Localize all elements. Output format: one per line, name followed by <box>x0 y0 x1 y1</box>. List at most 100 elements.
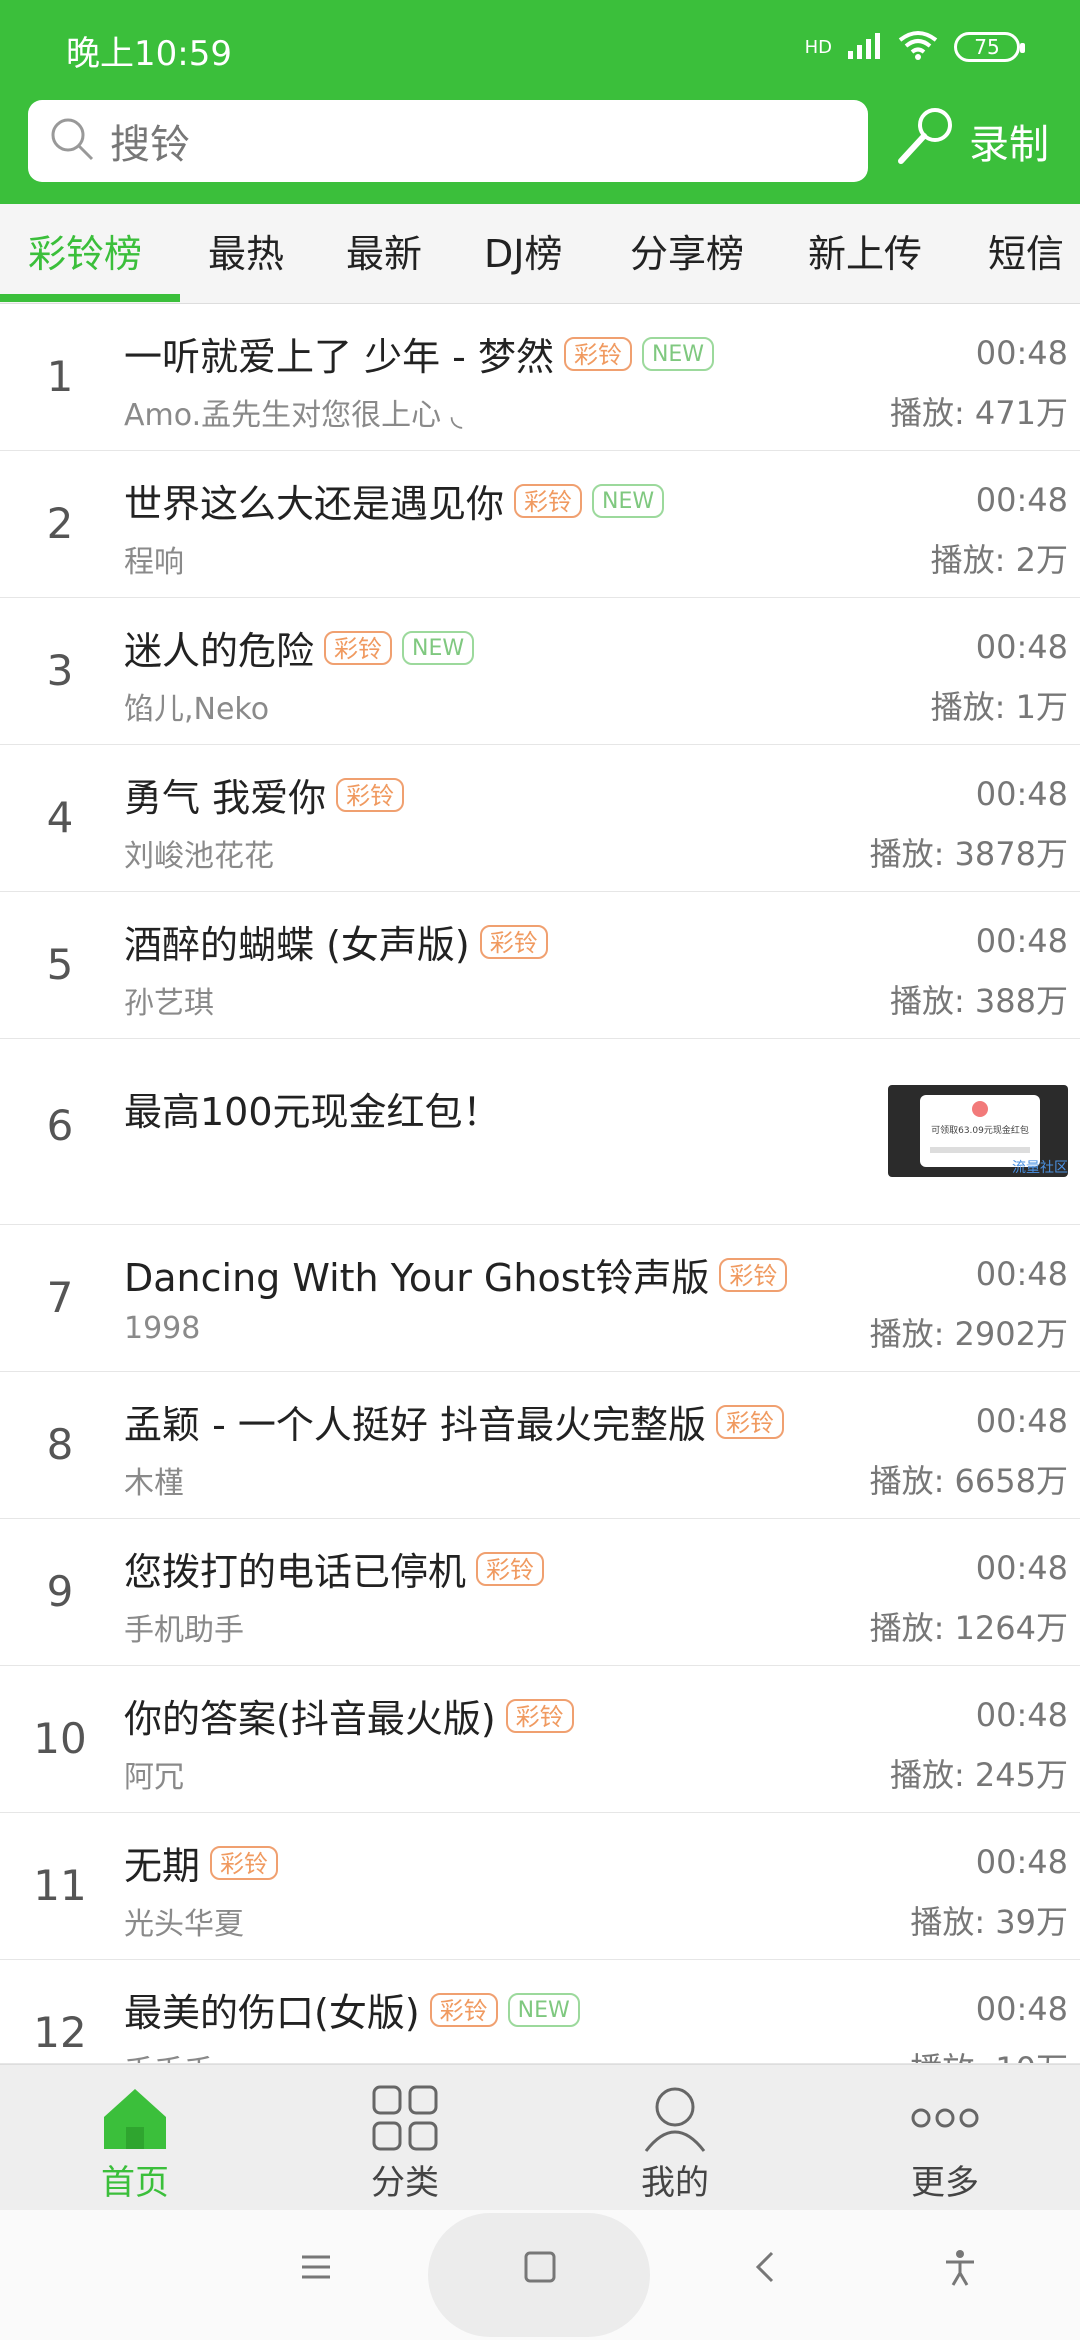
tab-share[interactable]: 分享榜 <box>630 204 744 304</box>
song-title: 你的答案(抖音最火版) 彩铃 <box>124 1688 574 1743</box>
rank-number: 4 <box>46 793 74 842</box>
battery-indicator: 75 <box>954 32 1025 62</box>
song-title: 无期 彩铃 <box>124 1835 279 1890</box>
list-item[interactable]: 10 你的答案(抖音最火版) 彩铃 阿冗 00:48 播放: 245万 <box>0 1666 1080 1813</box>
song-artist: 木槿 <box>124 1466 184 1501</box>
song-duration: 00:48 <box>975 1255 1068 1293</box>
rank-number: 3 <box>46 646 74 695</box>
song-duration: 00:48 <box>975 775 1068 813</box>
song-title: 您拨打的电话已停机 彩铃 <box>124 1541 545 1596</box>
rank-number: 10 <box>33 1714 87 1763</box>
list-item[interactable]: 12 最美的伤口(女版) 彩铃 NEW 千千千 00:48 播放: 10万 <box>0 1960 1080 2064</box>
nav-mine-label: 我的 <box>641 2163 709 2203</box>
cailing-badge: 彩铃 <box>719 1257 788 1292</box>
nav-category-label: 分类 <box>371 2163 439 2203</box>
song-artist: 手机助手 <box>124 1613 244 1648</box>
status-icons: HD 75 <box>805 30 1025 64</box>
rank-number: 8 <box>46 1420 74 1469</box>
ad-link: 流量社区 <box>1012 1160 1068 1176</box>
nav-home-label: 首页 <box>101 2163 169 2203</box>
status-bar: 晚上10:59 HD 75 <box>0 0 1080 100</box>
list-item[interactable]: 9 您拨打的电话已停机 彩铃 手机助手 00:48 播放: 1264万 <box>0 1519 1080 1666</box>
play-count: 播放: 10万 <box>910 2044 1068 2063</box>
nav-mine[interactable]: 我的 <box>540 2065 810 2211</box>
new-badge: NEW <box>592 483 665 518</box>
record-label: 录制 <box>969 122 1049 168</box>
list-item[interactable]: 3 迷人的危险 彩铃 NEW 馅儿,Neko 00:48 播放: 1万 <box>0 598 1080 745</box>
tab-hot[interactable]: 最热 <box>208 204 284 304</box>
play-count: 播放: 388万 <box>889 982 1068 1020</box>
tab-newest[interactable]: 最新 <box>346 204 422 304</box>
song-title-text: 世界这么大还是遇见你 <box>124 482 505 526</box>
list-item[interactable]: 2 世界这么大还是遇见你 彩铃 NEW 程响 00:48 播放: 2万 <box>0 451 1080 598</box>
rank-number: 5 <box>46 940 74 989</box>
home-icon <box>100 2083 170 2153</box>
search-placeholder: 搜铃 <box>110 122 190 168</box>
home-square-icon[interactable] <box>510 2244 570 2304</box>
song-artist: 馅儿,Neko <box>124 692 270 727</box>
song-artist: Amo.孟先生对您很上心 ◟ <box>124 398 463 433</box>
category-tabs: 彩铃榜 最热 最新 DJ榜 分享榜 新上传 短信 <box>0 204 1080 304</box>
song-artist: 孙艺琪 <box>124 986 214 1021</box>
tab-dj[interactable]: DJ榜 <box>484 204 562 304</box>
song-title-text: 最美的伤口(女版) <box>124 1991 420 2035</box>
nav-home[interactable]: 首页 <box>0 2065 270 2211</box>
play-count: 播放: 2902万 <box>869 1315 1068 1353</box>
cailing-badge: 彩铃 <box>479 924 548 959</box>
ad-thumbnail[interactable]: 可领取63.09元现金红包 流量社区 <box>888 1085 1068 1177</box>
ad-list-item[interactable]: 6 最高100元现金红包！ 可领取63.09元现金红包 流量社区 <box>0 1039 1080 1225</box>
cailing-badge: 彩铃 <box>324 630 393 665</box>
list-item[interactable]: 5 酒醉的蝴蝶 (女声版) 彩铃 孙艺琪 00:48 播放: 388万 <box>0 892 1080 1039</box>
cailing-badge: 彩铃 <box>514 483 583 518</box>
song-duration: 00:48 <box>975 1549 1068 1587</box>
more-dots-icon <box>910 2083 980 2153</box>
list-item[interactable]: 11 无期 彩铃 光头华夏 00:48 播放: 39万 <box>0 1813 1080 1960</box>
microphone-icon <box>895 105 957 177</box>
accessibility-icon[interactable] <box>930 2244 990 2304</box>
tab-sms[interactable]: 短信 <box>988 204 1064 304</box>
ad-card-line <box>930 1147 1030 1153</box>
new-badge: NEW <box>641 336 715 371</box>
cailing-badge: 彩铃 <box>429 1992 498 2027</box>
app-header: 晚上10:59 HD 75 搜铃 录制 <box>0 0 1080 204</box>
ad-card-text: 可领取63.09元现金红包 <box>931 1126 1029 1136</box>
song-title: 酒醉的蝴蝶 (女声版) 彩铃 <box>124 914 548 969</box>
menu-icon[interactable] <box>286 2244 346 2304</box>
song-title-text: 迷人的危险 <box>124 629 315 673</box>
song-title-text: 无期 <box>124 1844 201 1888</box>
list-item[interactable]: 1 一听就爱上了 少年 - 梦然 彩铃 NEW Amo.孟先生对您很上心 ◟ 0… <box>0 304 1080 451</box>
tab-new-upload[interactable]: 新上传 <box>808 204 922 304</box>
record-button[interactable]: 录制 <box>895 100 1049 182</box>
cailing-badge: 彩铃 <box>715 1404 784 1439</box>
cailing-badge: 彩铃 <box>505 1698 574 1733</box>
back-icon[interactable] <box>736 2244 796 2304</box>
song-title-text: Dancing With Your Ghost铃声版 <box>124 1256 710 1300</box>
play-count: 播放: 471万 <box>889 394 1068 432</box>
person-icon <box>640 2083 710 2153</box>
list-item[interactable]: 8 孟颖 - 一个人挺好 抖音最火完整版 彩铃 木槿 00:48 播放: 665… <box>0 1372 1080 1519</box>
play-count: 播放: 6658万 <box>869 1462 1068 1500</box>
song-artist: 光头华夏 <box>124 1907 244 1942</box>
nav-category[interactable]: 分类 <box>270 2065 540 2211</box>
ad-dot-icon <box>972 1101 988 1117</box>
tab-cailing[interactable]: 彩铃榜 <box>28 204 142 304</box>
cailing-badge: 彩铃 <box>563 336 632 371</box>
song-title: 一听就爱上了 少年 - 梦然 彩铃 NEW <box>124 326 715 381</box>
bottom-nav: 首页 分类 我的 更多 <box>0 2064 1080 2210</box>
song-title: 孟颖 - 一个人挺好 抖音最火完整版 彩铃 <box>124 1394 784 1449</box>
song-title-text: 勇气 我爱你 <box>124 776 327 820</box>
rank-number: 9 <box>46 1567 74 1616</box>
rank-number: 6 <box>46 1101 74 1150</box>
song-title: 勇气 我爱你 彩铃 <box>124 767 405 822</box>
nav-more[interactable]: 更多 <box>810 2065 1080 2211</box>
new-badge: NEW <box>507 1992 580 2027</box>
song-duration: 00:48 <box>975 922 1068 960</box>
rank-number: 2 <box>46 499 74 548</box>
cailing-badge: 彩铃 <box>476 1551 545 1586</box>
search-icon <box>48 115 96 167</box>
search-input[interactable]: 搜铃 <box>28 100 868 182</box>
list-item[interactable]: 4 勇气 我爱你 彩铃 刘峻池花花 00:48 播放: 3878万 <box>0 745 1080 892</box>
list-item[interactable]: 7 Dancing With Your Ghost铃声版 彩铃 1998 00:… <box>0 1225 1080 1372</box>
song-duration: 00:48 <box>975 334 1068 372</box>
status-time: 晚上10:59 <box>66 34 232 74</box>
